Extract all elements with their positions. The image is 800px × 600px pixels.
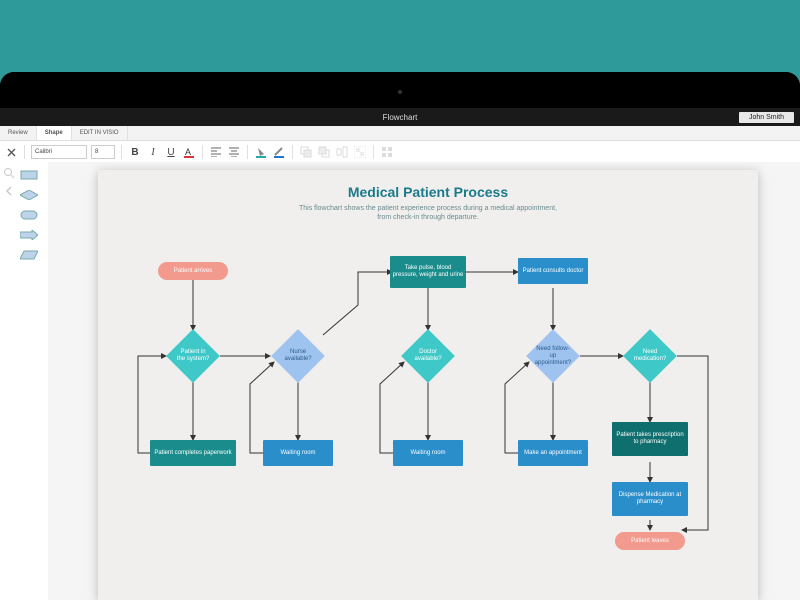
- node-waiting-room-2[interactable]: Waiting room: [393, 440, 463, 466]
- toolbar-divider: [121, 145, 122, 159]
- send-backward-icon[interactable]: [317, 144, 331, 160]
- node-need-medication[interactable]: Need medication?: [623, 329, 677, 383]
- tab-edit-visio[interactable]: EDIT IN VISIO: [72, 126, 128, 140]
- group-icon[interactable]: [353, 144, 367, 160]
- node-consult[interactable]: Patient consults doctor: [518, 258, 588, 284]
- underline-button[interactable]: U: [164, 144, 178, 160]
- node-dispense[interactable]: Dispense Medication at pharmacy: [612, 482, 688, 516]
- stencil-diamond-icon[interactable]: [20, 190, 38, 200]
- line-color-button[interactable]: [272, 144, 286, 160]
- node-followup[interactable]: Need follow-up appointment?: [526, 329, 580, 383]
- stencil-rect-icon[interactable]: [20, 170, 38, 180]
- stencil-arrow-icon[interactable]: [20, 230, 38, 240]
- italic-button[interactable]: I: [146, 144, 160, 160]
- font-family-select[interactable]: Calibri: [31, 145, 87, 159]
- user-chip[interactable]: John Smith: [739, 112, 794, 123]
- stencil-data-icon[interactable]: [20, 250, 38, 260]
- tab-shape[interactable]: Shape: [37, 126, 72, 140]
- left-rail: [0, 162, 19, 600]
- toolbar-divider: [24, 145, 25, 159]
- diagram-subtitle: This flowchart shows the patient experie…: [298, 204, 558, 222]
- node-nurse-available[interactable]: Nurse available?: [271, 329, 325, 383]
- node-make-appointment[interactable]: Make an appointment: [518, 440, 588, 466]
- monitor-bezel: [0, 72, 800, 108]
- node-prescription[interactable]: Patient takes prescription to pharmacy: [612, 422, 688, 456]
- search-icon[interactable]: [3, 166, 15, 178]
- toolbar-divider: [373, 145, 374, 159]
- node-paperwork[interactable]: Patient completes paperwork: [150, 440, 236, 466]
- bring-forward-icon[interactable]: [299, 144, 313, 160]
- close-icon[interactable]: [4, 144, 18, 160]
- fill-color-button[interactable]: [254, 144, 268, 160]
- title-bar: Flowchart John Smith: [0, 108, 800, 126]
- page-background: Flowchart John Smith Review Shape EDIT I…: [0, 0, 800, 600]
- toolbar-divider: [202, 145, 203, 159]
- align-objects-icon[interactable]: [335, 144, 349, 160]
- chevron-left-icon[interactable]: [3, 184, 15, 196]
- stencil-terminator-icon[interactable]: [20, 210, 38, 220]
- workspace: Medical Patient Process This flowchart s…: [0, 162, 800, 600]
- camera-dot: [398, 90, 402, 94]
- window-title: Flowchart: [0, 113, 800, 122]
- svg-text:A: A: [185, 147, 191, 157]
- more-shapes-icon[interactable]: [380, 144, 394, 160]
- toolbar-divider: [247, 145, 248, 159]
- toolbar-divider: [292, 145, 293, 159]
- align-left-icon[interactable]: [209, 144, 223, 160]
- node-start[interactable]: Patient arrives: [158, 262, 228, 280]
- node-doctor-available[interactable]: Doctor available?: [401, 329, 455, 383]
- node-waiting-room-1[interactable]: Waiting room: [263, 440, 333, 466]
- node-end[interactable]: Patient leaves: [615, 532, 685, 550]
- node-vitals[interactable]: Take pulse, blood pressure, weight and u…: [390, 256, 466, 288]
- node-patient-in-system[interactable]: Patient in the system?: [166, 329, 220, 383]
- monitor-frame: Flowchart John Smith Review Shape EDIT I…: [0, 72, 800, 600]
- diagram-page[interactable]: Medical Patient Process This flowchart s…: [98, 170, 758, 600]
- toolbar: Calibri 8 B I U A: [0, 141, 800, 164]
- ribbon-tabs: Review Shape EDIT IN VISIO: [0, 126, 800, 141]
- canvas[interactable]: Medical Patient Process This flowchart s…: [48, 162, 800, 600]
- font-color-button[interactable]: A: [182, 144, 196, 160]
- diagram-title: Medical Patient Process: [98, 170, 758, 200]
- align-center-icon[interactable]: [227, 144, 241, 160]
- font-size-select[interactable]: 8: [91, 145, 115, 159]
- tab-review[interactable]: Review: [0, 126, 37, 140]
- bold-button[interactable]: B: [128, 144, 142, 160]
